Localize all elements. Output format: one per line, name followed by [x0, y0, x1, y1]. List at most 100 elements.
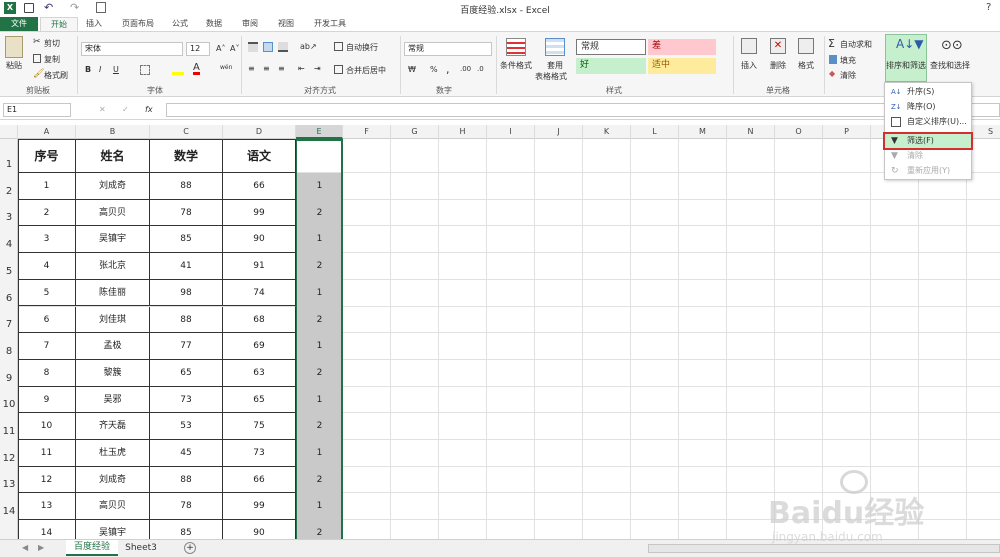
- name-box[interactable]: E1: [3, 103, 71, 117]
- helper-cell[interactable]: 2: [296, 200, 343, 227]
- table-cell[interactable]: 高贝贝: [76, 199, 150, 227]
- row-header-12[interactable]: 12: [0, 453, 18, 464]
- sheet-tab-sheet3[interactable]: Sheet3: [122, 540, 160, 556]
- column-header-d[interactable]: D: [223, 125, 296, 139]
- cancel-icon[interactable]: ✕: [99, 105, 106, 114]
- row-header-2[interactable]: 2: [0, 186, 18, 197]
- row-header-6[interactable]: 6: [0, 293, 18, 304]
- border-icon[interactable]: [140, 65, 150, 75]
- table-cell[interactable]: 53: [150, 413, 223, 440]
- indent-decrease-icon[interactable]: ⇤: [298, 64, 305, 73]
- align-top-icon[interactable]: [248, 42, 258, 52]
- fill-color-icon[interactable]: [172, 65, 184, 75]
- helper-cell[interactable]: 1: [296, 333, 343, 360]
- table-cell[interactable]: 6: [18, 306, 76, 334]
- increase-decimal-icon[interactable]: .00: [460, 65, 471, 73]
- table-cell[interactable]: 吴邪: [76, 386, 150, 414]
- table-cell[interactable]: 65: [223, 386, 296, 414]
- style-normal[interactable]: 常规: [576, 39, 646, 55]
- align-right-icon[interactable]: ≡: [278, 64, 285, 73]
- table-format-button-line2[interactable]: 表格格式: [535, 71, 567, 82]
- underline-button[interactable]: U: [113, 65, 119, 74]
- header-cell[interactable]: 语文: [223, 139, 296, 173]
- table-cell[interactable]: 齐天磊: [76, 413, 150, 440]
- menu-item-custom-sort[interactable]: 自定义排序(U)...: [885, 115, 971, 129]
- row-header-11[interactable]: 11: [0, 426, 18, 437]
- table-cell[interactable]: 41: [150, 253, 223, 280]
- tab-insert[interactable]: 插入: [80, 17, 108, 31]
- percent-button[interactable]: %: [430, 65, 438, 74]
- column-header-j[interactable]: J: [535, 125, 583, 139]
- table-cell[interactable]: 孟极: [76, 333, 150, 360]
- menu-item-sort-descending[interactable]: Z↓ 降序(O): [885, 100, 971, 114]
- table-cell[interactable]: 张北京: [76, 253, 150, 280]
- table-cell[interactable]: 68: [223, 306, 296, 334]
- helper-cell[interactable]: 2: [296, 360, 343, 387]
- column-header-p[interactable]: P: [823, 125, 871, 139]
- header-cell[interactable]: 姓名: [76, 139, 150, 173]
- table-cell[interactable]: 11: [18, 440, 76, 467]
- row-header-3[interactable]: 3: [0, 212, 18, 223]
- table-cell[interactable]: 73: [223, 440, 296, 467]
- table-cell[interactable]: 陈佳丽: [76, 279, 150, 307]
- row-header-8[interactable]: 8: [0, 346, 18, 357]
- helper-cell[interactable]: 2: [296, 253, 343, 280]
- shrink-font-icon[interactable]: A˅: [230, 44, 239, 53]
- conditional-format-button[interactable]: 条件格式: [500, 60, 532, 71]
- table-cell[interactable]: 90: [223, 226, 296, 254]
- undo-icon[interactable]: ↶: [44, 1, 53, 14]
- table-cell[interactable]: 78: [150, 493, 223, 521]
- helper-cell[interactable]: 1: [296, 280, 343, 307]
- table-cell[interactable]: 88: [150, 466, 223, 494]
- column-header-a[interactable]: A: [18, 125, 76, 139]
- fill-button[interactable]: 填充: [840, 55, 856, 66]
- table-cell[interactable]: 2: [18, 199, 76, 227]
- tab-review[interactable]: 审阅: [236, 17, 264, 31]
- style-bad[interactable]: 差: [648, 39, 716, 55]
- indent-increase-icon[interactable]: ⇥: [314, 64, 321, 73]
- autosum-button[interactable]: 自动求和: [840, 39, 872, 50]
- print-preview-icon[interactable]: [96, 2, 106, 13]
- header-cell[interactable]: 数学: [150, 139, 223, 173]
- column-header-l[interactable]: L: [631, 125, 679, 139]
- column-header-n[interactable]: N: [727, 125, 775, 139]
- column-header-c[interactable]: C: [150, 125, 223, 139]
- sheet-tab-active[interactable]: 百度经验: [66, 540, 118, 556]
- redo-icon[interactable]: ↷: [70, 1, 79, 14]
- table-cell[interactable]: 91: [223, 253, 296, 280]
- font-size-select[interactable]: 12: [186, 42, 210, 56]
- row-header-14[interactable]: 14: [0, 506, 18, 517]
- table-cell[interactable]: 88: [150, 173, 223, 200]
- menu-item-sort-ascending[interactable]: A↓ 升序(S): [885, 85, 971, 99]
- table-cell[interactable]: 90: [223, 520, 296, 539]
- tab-view[interactable]: 视图: [272, 17, 300, 31]
- table-cell[interactable]: 75: [223, 413, 296, 440]
- copy-button[interactable]: 复制: [44, 54, 60, 65]
- table-cell[interactable]: 73: [150, 386, 223, 414]
- helper-cell[interactable]: 2: [296, 520, 343, 539]
- table-cell[interactable]: 5: [18, 279, 76, 307]
- prev-sheet-icon[interactable]: ◀: [22, 543, 28, 552]
- table-cell[interactable]: 刘成奇: [76, 466, 150, 494]
- table-cell[interactable]: 98: [150, 279, 223, 307]
- table-cell[interactable]: 74: [223, 279, 296, 307]
- row-header-13[interactable]: 13: [0, 479, 18, 490]
- table-cell[interactable]: 9: [18, 386, 76, 414]
- table-cell[interactable]: 8: [18, 359, 76, 387]
- table-cell[interactable]: 刘成奇: [76, 173, 150, 200]
- table-cell[interactable]: 14: [18, 520, 76, 539]
- table-cell[interactable]: 4: [18, 253, 76, 280]
- table-cell[interactable]: 99: [223, 493, 296, 521]
- help-button[interactable]: ?: [986, 2, 991, 13]
- row-header-7[interactable]: 7: [0, 319, 18, 330]
- table-cell[interactable]: 85: [150, 520, 223, 539]
- helper-cell[interactable]: 2: [296, 467, 343, 494]
- comma-button[interactable]: ,: [446, 63, 450, 76]
- orientation-icon[interactable]: ab↗: [300, 42, 317, 51]
- row-header-1[interactable]: 1: [0, 159, 18, 170]
- font-color-icon[interactable]: A: [193, 63, 200, 75]
- table-cell[interactable]: 10: [18, 413, 76, 440]
- table-cell[interactable]: 66: [223, 466, 296, 494]
- save-icon[interactable]: [24, 3, 34, 13]
- style-neutral[interactable]: 适中: [648, 58, 716, 74]
